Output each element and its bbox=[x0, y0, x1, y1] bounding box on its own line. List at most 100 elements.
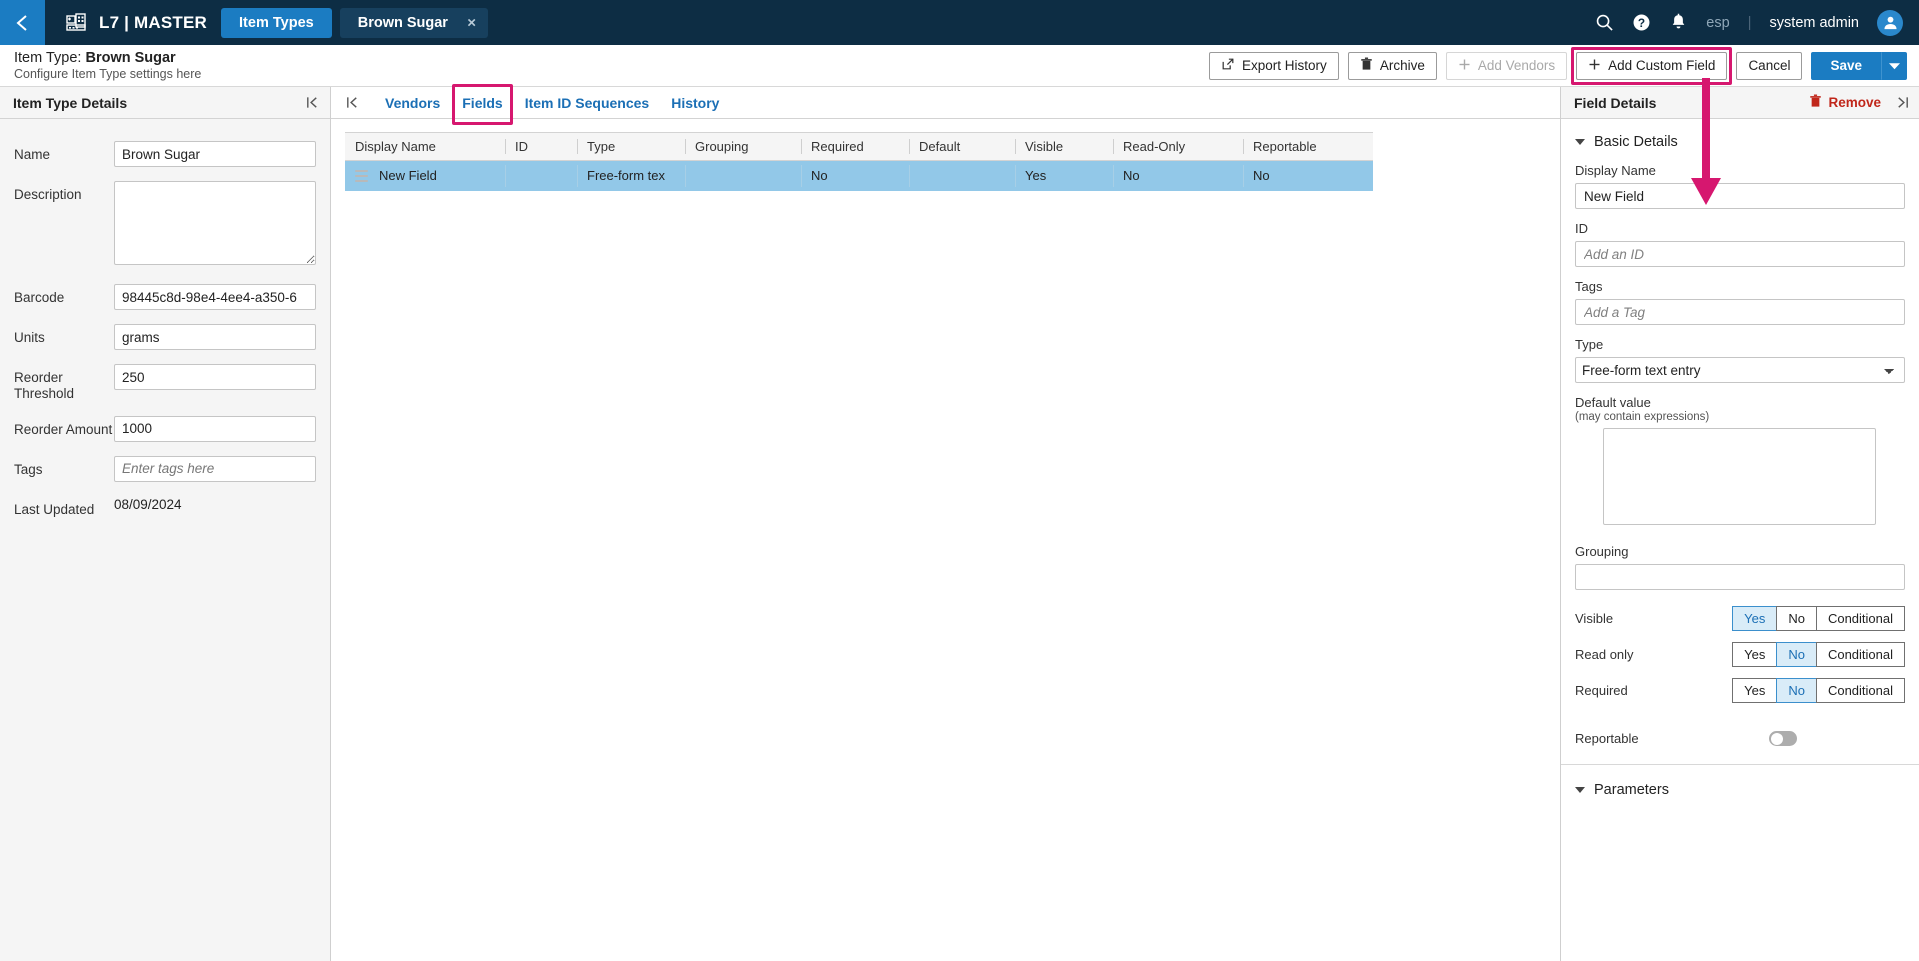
tab-fields[interactable]: Fields bbox=[451, 83, 514, 125]
basic-details-section-header[interactable]: Basic Details bbox=[1575, 134, 1905, 150]
page-header: Item Type: Brown Sugar Configure Item Ty… bbox=[0, 45, 1919, 87]
parameters-section-header[interactable]: Parameters bbox=[1575, 770, 1905, 798]
add-custom-field-button[interactable]: Add Custom Field bbox=[1576, 51, 1728, 80]
name-input[interactable] bbox=[114, 141, 316, 167]
column-header-visible[interactable]: Visible bbox=[1015, 132, 1113, 161]
page-title: Item Type: Brown Sugar bbox=[14, 49, 201, 67]
type-select[interactable]: Free-form text entry bbox=[1575, 357, 1905, 383]
description-textarea[interactable] bbox=[114, 181, 316, 265]
read-only-label: Read only bbox=[1575, 647, 1634, 662]
app-brand: L7 | MASTER bbox=[45, 10, 221, 36]
drag-handle-icon[interactable] bbox=[355, 169, 368, 182]
parameters-label: Parameters bbox=[1594, 782, 1669, 798]
field-tags-input[interactable] bbox=[1575, 299, 1905, 325]
archive-button[interactable]: Archive bbox=[1347, 51, 1437, 80]
page-title-value: Brown Sugar bbox=[85, 49, 176, 66]
reorder-amount-input[interactable] bbox=[114, 415, 316, 442]
tab-vendors[interactable]: Vendors bbox=[374, 87, 451, 119]
plus-icon bbox=[1458, 58, 1471, 74]
cancel-button[interactable]: Cancel bbox=[1736, 51, 1803, 80]
remove-button[interactable]: Remove bbox=[1809, 94, 1881, 111]
fields-table: Display Name ID Type Grouping Required D… bbox=[345, 132, 1373, 191]
save-dropdown-toggle[interactable] bbox=[1881, 51, 1907, 80]
content-tabbar: Vendors Fields Item ID Sequences History bbox=[331, 83, 1560, 125]
required-option-no[interactable]: No bbox=[1776, 678, 1816, 703]
column-header-grouping[interactable]: Grouping bbox=[685, 132, 801, 161]
top-navigation-bar: L7 | MASTER Item Types Brown Sugar × ? e… bbox=[0, 0, 1919, 45]
item-type-details-header: Item Type Details bbox=[0, 87, 330, 119]
read-only-option-yes[interactable]: Yes bbox=[1732, 642, 1777, 667]
visible-toggle-row: Visible Yes No Conditional bbox=[1575, 606, 1905, 631]
language-selector[interactable]: esp bbox=[1706, 15, 1729, 31]
cell-grouping bbox=[685, 160, 801, 191]
close-icon[interactable]: × bbox=[467, 15, 476, 30]
table-row[interactable]: New Field Free-form tex No Yes No No bbox=[345, 160, 1373, 191]
tags-label: Tags bbox=[14, 461, 43, 477]
column-header-id[interactable]: ID bbox=[505, 132, 577, 161]
tab-history[interactable]: History bbox=[660, 87, 730, 119]
collapse-right-icon[interactable] bbox=[1895, 95, 1910, 110]
reportable-row: Reportable bbox=[1575, 731, 1905, 746]
search-icon[interactable] bbox=[1595, 13, 1614, 32]
required-option-conditional[interactable]: Conditional bbox=[1815, 678, 1905, 703]
reorder-threshold-input[interactable] bbox=[114, 364, 316, 390]
default-value-label: Default value bbox=[1575, 395, 1651, 410]
cell-reportable: No bbox=[1243, 160, 1373, 191]
table-header-row: Display Name ID Type Grouping Required D… bbox=[345, 132, 1373, 161]
add-vendors-button[interactable]: Add Vendors bbox=[1445, 51, 1568, 80]
nav-tab-brown-sugar[interactable]: Brown Sugar × bbox=[339, 7, 488, 38]
required-option-yes[interactable]: Yes bbox=[1732, 678, 1777, 703]
column-header-read-only[interactable]: Read-Only bbox=[1113, 132, 1243, 161]
user-avatar-icon[interactable] bbox=[1877, 9, 1903, 36]
cell-display-name: New Field bbox=[345, 160, 505, 191]
remove-label: Remove bbox=[1828, 95, 1881, 110]
user-name-label[interactable]: system admin bbox=[1770, 15, 1859, 31]
nav-separator: | bbox=[1747, 14, 1752, 31]
barcode-input[interactable] bbox=[114, 284, 316, 310]
visible-option-conditional[interactable]: Conditional bbox=[1815, 606, 1905, 631]
plus-icon bbox=[1588, 58, 1601, 74]
field-grouping-input[interactable] bbox=[1575, 564, 1905, 590]
save-split-button: Save bbox=[1811, 51, 1907, 80]
add-custom-field-wrapper: Add Custom Field bbox=[1571, 46, 1733, 85]
id-input[interactable] bbox=[1575, 241, 1905, 267]
help-icon[interactable]: ? bbox=[1632, 13, 1651, 32]
form-row-name: Name bbox=[14, 141, 316, 167]
fields-content-panel: Vendors Fields Item ID Sequences History… bbox=[331, 83, 1560, 961]
field-details-header: Field Details Remove bbox=[1561, 87, 1919, 119]
column-header-display-name[interactable]: Display Name bbox=[345, 132, 505, 161]
form-row-units: Units bbox=[14, 324, 316, 350]
read-only-option-conditional[interactable]: Conditional bbox=[1815, 642, 1905, 667]
svg-text:?: ? bbox=[1638, 16, 1645, 30]
reorder-amount-label: Reorder Amount bbox=[14, 421, 113, 437]
reportable-toggle-knob bbox=[1770, 732, 1783, 745]
tab-item-id-sequences[interactable]: Item ID Sequences bbox=[514, 87, 661, 119]
field-details-body: Basic Details Display Name ID Tags Type … bbox=[1561, 119, 1919, 961]
fields-table-area: Display Name ID Type Grouping Required D… bbox=[331, 119, 1560, 961]
save-button[interactable]: Save bbox=[1811, 51, 1881, 80]
id-label: ID bbox=[1575, 221, 1588, 236]
column-header-reportable[interactable]: Reportable bbox=[1243, 132, 1373, 161]
display-name-input[interactable] bbox=[1575, 183, 1905, 209]
basic-details-label: Basic Details bbox=[1594, 134, 1678, 150]
name-label: Name bbox=[14, 147, 51, 162]
column-header-default[interactable]: Default bbox=[909, 132, 1015, 161]
notifications-bell-icon[interactable] bbox=[1669, 13, 1688, 32]
units-input[interactable] bbox=[114, 324, 316, 350]
visible-option-no[interactable]: No bbox=[1776, 606, 1816, 631]
visible-option-yes[interactable]: Yes bbox=[1732, 606, 1777, 631]
collapse-left-icon[interactable] bbox=[345, 95, 360, 110]
nav-tab-item-types[interactable]: Item Types bbox=[221, 7, 332, 38]
back-button[interactable] bbox=[0, 0, 45, 45]
default-value-textarea[interactable] bbox=[1603, 428, 1876, 525]
reportable-toggle[interactable] bbox=[1769, 731, 1797, 746]
cell-visible: Yes bbox=[1015, 160, 1113, 191]
column-header-required[interactable]: Required bbox=[801, 132, 909, 161]
read-only-option-no[interactable]: No bbox=[1776, 642, 1816, 667]
reorder-threshold-label: Reorder Threshold bbox=[14, 370, 75, 401]
tags-input[interactable] bbox=[114, 455, 316, 482]
column-header-type[interactable]: Type bbox=[577, 132, 685, 161]
collapse-left-icon[interactable] bbox=[305, 95, 320, 110]
export-history-button[interactable]: Export History bbox=[1209, 51, 1339, 80]
default-value-sublabel: (may contain expressions) bbox=[1575, 411, 1710, 423]
